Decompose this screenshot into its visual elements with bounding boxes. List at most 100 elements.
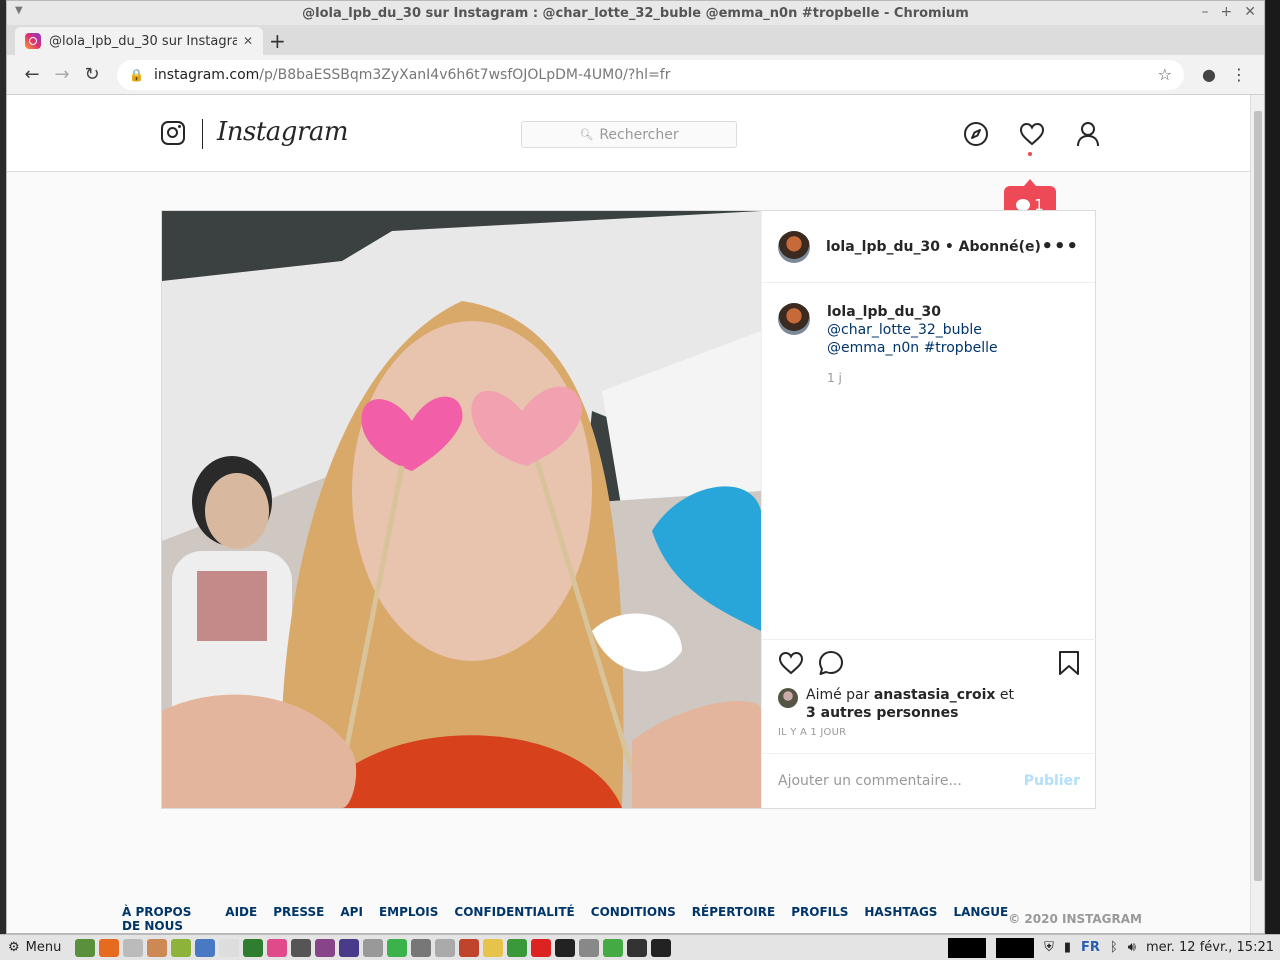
launcher-app-icon[interactable]: [267, 938, 288, 957]
bookmark-icon[interactable]: [1058, 650, 1080, 680]
clock[interactable]: mer. 12 févr., 15:21: [1146, 940, 1274, 955]
launcher-app-icon[interactable]: [363, 938, 384, 957]
minimize-icon[interactable]: –: [1202, 4, 1209, 20]
post-photo[interactable]: [162, 211, 761, 808]
launcher-app-icon[interactable]: [435, 938, 456, 957]
profile-user-icon[interactable]: [1075, 121, 1101, 147]
notification-dot: [1028, 152, 1032, 156]
footer-link-hashtags[interactable]: HASHTAGS: [864, 905, 937, 933]
caption-username[interactable]: lola_lpb_du_30: [827, 303, 1078, 321]
launcher-app-icon[interactable]: [147, 938, 168, 957]
comment-icon[interactable]: [818, 650, 844, 680]
start-menu-button[interactable]: ⚙ Menu: [0, 940, 69, 955]
launcher-app-icon[interactable]: [75, 938, 96, 957]
author-avatar[interactable]: [778, 230, 810, 263]
profile-icon[interactable]: ●: [1194, 65, 1224, 84]
footer-link-jobs[interactable]: EMPLOIS: [379, 905, 438, 933]
instagram-wordmark[interactable]: Instagram: [217, 117, 349, 147]
launcher-app-icon[interactable]: [627, 938, 648, 957]
launcher-app-icon[interactable]: [339, 938, 360, 957]
activity-heart-icon[interactable]: [1019, 121, 1045, 147]
footer-link-privacy[interactable]: CONFIDENTIALITÉ: [454, 905, 574, 933]
cpu-monitor: [948, 937, 987, 958]
instagram-logo-icon[interactable]: [161, 121, 185, 145]
footer-link-terms[interactable]: CONDITIONS: [591, 905, 676, 933]
instagram-page: Instagram 🔍︎ Rechercher 1 lola_lpb_du_30…: [7, 95, 1251, 933]
launcher-app-icon[interactable]: [651, 938, 672, 957]
shield-icon[interactable]: ⛨: [1044, 940, 1054, 955]
footer-link-language[interactable]: LANGUE: [953, 905, 1008, 933]
filezilla-icon[interactable]: [531, 938, 552, 957]
tab-instagram-post[interactable]: @lola_lpb_du_30 sur Instagram ✕: [15, 27, 263, 55]
new-tab-icon[interactable]: +: [269, 29, 286, 53]
volume-icon[interactable]: 🔊︎: [1128, 940, 1136, 955]
liked-user[interactable]: anastasia_croix: [874, 687, 996, 703]
footer: À PROPOS DE NOUS AIDE PRESSE API EMPLOIS…: [122, 905, 1142, 933]
launcher-app-icon[interactable]: [507, 938, 528, 957]
footer-link-press[interactable]: PRESSE: [273, 905, 324, 933]
back-icon[interactable]: ←: [17, 64, 47, 85]
kebab-menu-icon[interactable]: ⋮: [1224, 65, 1254, 84]
scrollbar-thumb[interactable]: [1254, 111, 1262, 881]
forward-icon[interactable]: →: [47, 64, 77, 85]
window-menu-icon[interactable]: ▼: [15, 5, 23, 16]
launcher-app-icon[interactable]: [483, 938, 504, 957]
publish-button[interactable]: Publier: [1024, 773, 1080, 789]
reload-icon[interactable]: ↻: [77, 64, 107, 85]
comment-input[interactable]: Ajouter un commentaire...: [778, 773, 1024, 789]
menu-label: Menu: [25, 940, 62, 955]
bluetooth-icon[interactable]: ᛒ: [1110, 940, 1118, 955]
author-username[interactable]: lola_lpb_du_30 • Abonné(e): [826, 239, 1041, 255]
like-heart-icon[interactable]: [778, 651, 804, 679]
launcher-app-icon[interactable]: [291, 938, 312, 957]
address-bar[interactable]: 🔒 instagram.com/p/B8baESSBqm3ZyXanI4v6h6…: [117, 59, 1184, 90]
liked-others[interactable]: 3 autres personnes: [806, 705, 958, 721]
header-nav: [963, 121, 1101, 147]
more-options-icon[interactable]: •••: [1041, 236, 1079, 257]
keyboard-layout[interactable]: FR: [1081, 940, 1100, 955]
explore-compass-icon[interactable]: [963, 121, 989, 147]
launcher-app-icon[interactable]: [171, 938, 192, 957]
browser-window: ▼ @lola_lpb_du_30 sur Instagram : @char_…: [6, 0, 1265, 934]
launcher-app-icon[interactable]: [219, 938, 240, 957]
footer-link-about[interactable]: À PROPOS DE NOUS: [122, 905, 209, 933]
maximize-icon[interactable]: +: [1221, 4, 1233, 20]
footer-link-profiles[interactable]: PROFILS: [791, 905, 848, 933]
launcher-app-icon[interactable]: [603, 938, 624, 957]
firefox-icon[interactable]: [99, 938, 120, 957]
chromium-icon[interactable]: [195, 938, 216, 957]
bookmark-star-icon[interactable]: ☆: [1158, 65, 1172, 84]
instagram-header: Instagram 🔍︎ Rechercher: [7, 95, 1251, 172]
launcher-app-icon[interactable]: [459, 938, 480, 957]
signal-icon[interactable]: ▮: [1064, 940, 1071, 955]
caption-avatar[interactable]: [778, 303, 810, 335]
launcher-app-icon[interactable]: [123, 938, 144, 957]
liked-prefix: Aimé par: [806, 687, 874, 703]
title-bar: ▼ @lola_lpb_du_30 sur Instagram : @char_…: [7, 1, 1264, 25]
likes-summary: Aimé par anastasia_croix et 3 autres per…: [778, 686, 1080, 722]
launcher-app-icon[interactable]: [243, 938, 264, 957]
footer-link-help[interactable]: AIDE: [225, 905, 257, 933]
caption-age: 1 j: [827, 371, 842, 385]
launcher-app-icon[interactable]: [579, 938, 600, 957]
post-timestamp[interactable]: IL Y A 1 JOUR: [778, 727, 1080, 738]
close-icon[interactable]: ✕: [1244, 4, 1256, 20]
footer-link-api[interactable]: API: [340, 905, 363, 933]
tab-bar: @lola_lpb_du_30 sur Instagram ✕ +: [7, 25, 1264, 55]
footer-link-directory[interactable]: RÉPERTOIRE: [692, 905, 775, 933]
launcher-app-icon[interactable]: [315, 938, 336, 957]
launcher-app-icon[interactable]: [387, 938, 408, 957]
launcher-app-icon[interactable]: [411, 938, 432, 957]
tab-close-icon[interactable]: ✕: [243, 34, 253, 48]
lock-icon[interactable]: 🔒: [129, 68, 144, 82]
system-tray: ⛨ ▮ FR ᛒ 🔊︎ mer. 12 févr., 15:21: [948, 937, 1280, 958]
caption-text[interactable]: @char_lotte_32_buble @emma_n0n #tropbell…: [827, 322, 998, 356]
liker-avatar[interactable]: [778, 688, 798, 708]
window-title: @lola_lpb_du_30 sur Instagram : @char_lo…: [302, 5, 969, 21]
terminal-icon[interactable]: [555, 938, 576, 957]
page-scrollbar[interactable]: [1250, 95, 1264, 933]
post-sidebar: lola_lpb_du_30 • Abonné(e) ••• lola_lpb_…: [761, 211, 1096, 808]
launcher-icons: [75, 938, 672, 957]
post-caption: lola_lpb_du_30 @char_lotte_32_buble @emm…: [778, 303, 1078, 387]
search-input[interactable]: 🔍︎ Rechercher: [521, 121, 737, 148]
